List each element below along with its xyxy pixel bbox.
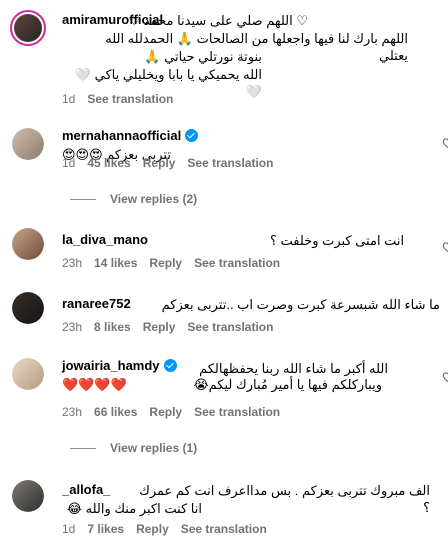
comment-3: la_diva_mano انت امتى كبرت وخلفت ؟ 23h 1… <box>0 222 448 278</box>
comment-6: _allofa_ الف مبروك تتربى بعزكم . بس مداا… <box>0 472 448 536</box>
reply-button[interactable]: Reply <box>136 522 169 536</box>
comment-text: ما شاء الله شبسرعة كبرت وصرت اب ..تتربى … <box>161 297 440 312</box>
avatar[interactable] <box>12 480 44 512</box>
username[interactable]: _allofa_ <box>62 482 110 497</box>
like-heart-icon[interactable] <box>442 370 448 384</box>
comment-2: mernahannaofficial تتربى بعزكم 😍😍😍 1d 45… <box>0 118 448 208</box>
view-replies-button[interactable]: View replies (1) <box>70 441 197 455</box>
username[interactable]: mernahannaofficial <box>62 128 199 143</box>
timestamp: 1d <box>62 156 76 170</box>
comment-meta: 23h 8 likes Reply See translation <box>62 320 273 334</box>
comment-1: amiramurofficial ♡ اللهم صلي على سيدنا م… <box>0 0 448 112</box>
timestamp: 23h <box>62 256 83 270</box>
comment-text: الله أكبر ما شاء الله ربنا يحفظهالكم <box>199 361 388 376</box>
likes-count[interactable]: 66 likes <box>94 405 137 419</box>
reply-button[interactable]: Reply <box>149 256 182 270</box>
divider <box>70 447 96 449</box>
divider <box>70 198 96 200</box>
like-heart-icon[interactable] <box>442 136 448 150</box>
timestamp: 23h <box>62 405 83 419</box>
username[interactable]: la_diva_mano <box>62 232 148 247</box>
view-replies-button[interactable]: View replies (2) <box>70 192 197 206</box>
comment-text: بنوتة نورتلي حياتي 🙏 <box>144 49 262 64</box>
comment-meta: 1d 7 likes Reply See translation <box>62 522 267 536</box>
avatar[interactable] <box>12 358 44 390</box>
likes-count[interactable]: 7 likes <box>87 522 124 536</box>
reply-button[interactable]: Reply <box>149 405 182 419</box>
timestamp: 1d <box>62 92 76 106</box>
see-translation-button[interactable]: See translation <box>187 156 273 170</box>
verified-badge-icon <box>185 129 199 142</box>
see-translation-button[interactable]: See translation <box>194 405 280 419</box>
comment-meta: 23h 14 likes Reply See translation <box>62 256 280 270</box>
timestamp: 23h <box>62 320 83 334</box>
see-translation-button[interactable]: See translation <box>87 92 173 106</box>
avatar[interactable] <box>12 128 44 160</box>
likes-count[interactable]: 8 likes <box>94 320 131 334</box>
reply-button[interactable]: Reply <box>143 320 176 334</box>
comment-meta: 1d See translation <box>62 92 173 106</box>
likes-count[interactable]: 45 likes <box>87 156 130 170</box>
comment-text: انت امتى كبرت وخلفت ؟ <box>270 233 405 248</box>
comment-text: انا كنت اكبر منك والله 😂 <box>66 501 202 516</box>
see-translation-button[interactable]: See translation <box>181 522 267 536</box>
comment-text: ❤️❤️❤️❤️ <box>62 377 127 392</box>
see-translation-button[interactable]: See translation <box>187 320 273 334</box>
comment-5: jowairia_hamdy الله أكبر ما شاء الله ربن… <box>0 350 448 462</box>
reply-button[interactable]: Reply <box>143 156 176 170</box>
comment-4: ranaree752 ما شاء الله شبسرعة كبرت وصرت … <box>0 286 448 342</box>
likes-count[interactable]: 14 likes <box>94 256 137 270</box>
avatar[interactable] <box>10 10 46 46</box>
comment-meta: 23h 66 likes Reply See translation <box>62 405 280 419</box>
username[interactable]: ranaree752 <box>62 296 131 311</box>
see-translation-button[interactable]: See translation <box>194 256 280 270</box>
comment-text: ♡ اللهم صلي على سيدنا محمد ♡ <box>128 13 309 28</box>
avatar[interactable] <box>12 228 44 260</box>
timestamp: 1d <box>62 522 76 536</box>
like-heart-icon[interactable] <box>442 240 448 254</box>
comment-meta: 1d 45 likes Reply See translation <box>62 156 273 170</box>
avatar[interactable] <box>12 292 44 324</box>
